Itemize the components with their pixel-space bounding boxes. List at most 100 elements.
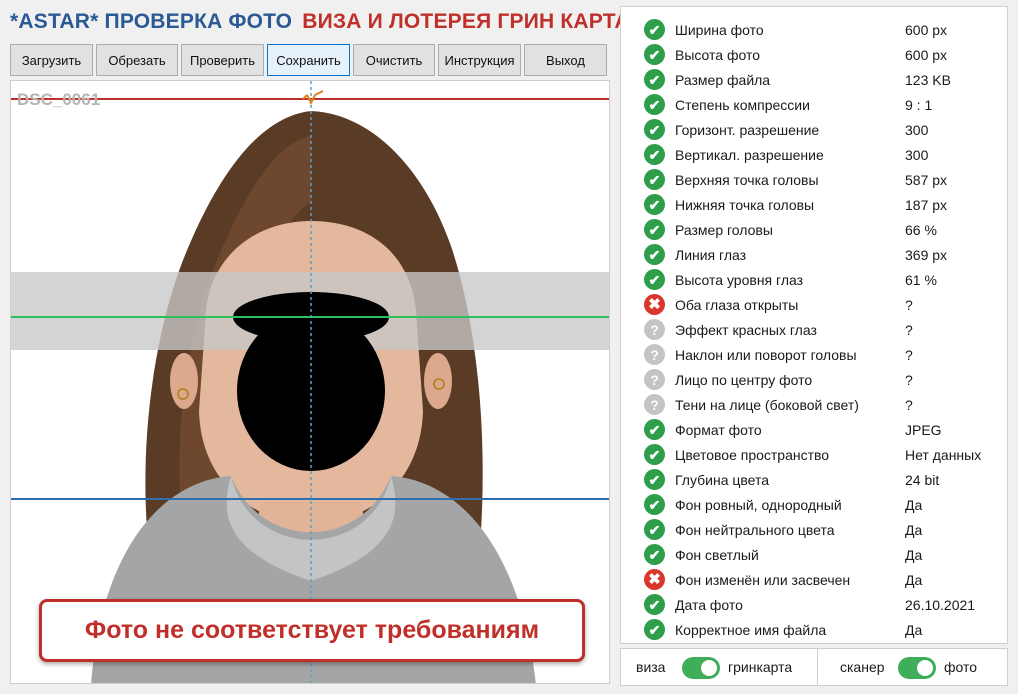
check-circle-icon: ✔	[644, 519, 665, 540]
check-value: 300	[905, 146, 929, 163]
check-row: ? Наклон или поворот головы?	[621, 342, 1007, 367]
check-value: Да	[905, 621, 923, 638]
photo-preview[interactable]: DSC_0061 Фото не соответствует требовани…	[10, 80, 610, 684]
check-label: Высота фото	[675, 46, 761, 63]
check-value: Да	[905, 571, 923, 588]
toggle-scanner-label: сканер	[840, 659, 885, 675]
check-value: Нет данных	[905, 446, 982, 463]
check-row: ✖ Фон изменён или засвечен Да	[621, 567, 1007, 592]
check-circle-icon: ✔	[644, 169, 665, 190]
check-value: ?	[905, 346, 913, 363]
check-row: ✔ Дата фото 26.10.2021	[621, 592, 1007, 617]
toolbar: Загрузить Обрезать Проверить Сохранить О…	[10, 44, 607, 76]
check-row: ✔ Высота уровня глаз 61 %	[621, 267, 1007, 292]
check-label: Эффект красных глаз	[675, 321, 817, 338]
check-row: ✔ Размер файла 123 KB	[621, 67, 1007, 92]
check-value: JPEG	[905, 421, 942, 438]
check-circle-icon: ✔	[644, 469, 665, 490]
question-circle-icon: ?	[644, 394, 665, 415]
question-circle-icon: ?	[644, 319, 665, 340]
check-value: Да	[905, 496, 923, 513]
check-circle-icon: ✔	[644, 444, 665, 465]
check-label: Корректное имя файла	[675, 621, 827, 638]
toggle-knob	[917, 660, 933, 676]
check-row: ✔ Цветовое пространство Нет данных	[621, 442, 1007, 467]
check-row: ? Лицо по центру фото?	[621, 367, 1007, 392]
check-value: 66 %	[905, 221, 937, 238]
check-value: ?	[905, 371, 913, 388]
check-value: Да	[905, 546, 923, 563]
file-name-label: DSC_0061	[17, 90, 101, 109]
check-row: ✔ Ширина фото 600 px	[621, 17, 1007, 42]
check-circle-icon: ✔	[644, 419, 665, 440]
check-label: Оба глаза открыты	[675, 296, 799, 313]
instructions-button[interactable]: Инструкция	[438, 44, 521, 76]
toggle-greencard-label: гринкарта	[728, 659, 793, 675]
check-label: Фон изменён или засвечен	[675, 571, 851, 588]
check-value: 187 px	[905, 196, 948, 213]
check-circle-icon: ✔	[644, 544, 665, 565]
check-row: ✔ Размер головы 66 %	[621, 217, 1007, 242]
question-circle-icon: ?	[644, 344, 665, 365]
check-label: Вертикал. разрешение	[675, 146, 824, 163]
result-message: Фото не соответствует требованиям	[39, 599, 585, 662]
app-title-main: *ASTAR* ПРОВЕРКА ФОТО	[10, 10, 293, 33]
check-panel: ✔ Ширина фото 600 px ✔ Высота фото 600 px ✔ Раз…	[620, 6, 1008, 644]
question-circle-icon: ?	[644, 369, 665, 390]
visa-greencard-toggle[interactable]	[682, 657, 720, 679]
check-label: Фон светлый	[675, 546, 759, 563]
scanner-photo-toggle[interactable]	[898, 657, 936, 679]
check-row: ✖ Оба глаза открыты?	[621, 292, 1007, 317]
check-label: Фон нейтрального цвета	[675, 521, 835, 538]
check-label: Верхняя точка головы	[675, 171, 819, 188]
check-value: 123 KB	[905, 71, 951, 88]
right-ear	[424, 353, 452, 409]
save-button[interactable]: Сохранить	[267, 44, 350, 76]
check-row: ? Тени на лице (боковой свет)?	[621, 392, 1007, 417]
check-circle-icon: ✔	[644, 194, 665, 215]
check-label: Степень компрессии	[675, 96, 810, 113]
left-ear	[170, 353, 198, 409]
check-button[interactable]: Проверить	[181, 44, 264, 76]
check-circle-icon: ✔	[644, 269, 665, 290]
check-value: 587 px	[905, 171, 948, 188]
check-value: 9 : 1	[905, 96, 933, 113]
check-row: ✔ Нижняя точка головы 187 px	[621, 192, 1007, 217]
check-row: ✔ Степень компрессии 9 : 1	[621, 92, 1007, 117]
photo-canvas	[11, 81, 609, 683]
app-title: *ASTAR* ПРОВЕРКА ФОТО ВИЗА И ЛОТЕРЕЯ ГРИН…	[10, 10, 630, 38]
clear-button[interactable]: Очистить	[353, 44, 435, 76]
check-label: Дата фото	[675, 596, 743, 613]
check-label: Глубина цвета	[675, 471, 770, 488]
check-circle-icon: ✔	[644, 619, 665, 640]
check-label: Линия глаз	[675, 246, 747, 263]
check-circle-icon: ✔	[644, 19, 665, 40]
check-row: ✔ Фон ровный, однородный Да	[621, 492, 1007, 517]
toggle-divider	[817, 649, 818, 685]
check-row: ✔ Линия глаз 369 px	[621, 242, 1007, 267]
error-circle-icon: ✖	[644, 294, 665, 315]
app-title-subtitle: ВИЗА И ЛОТЕРЕЯ ГРИН КАРТА	[302, 10, 630, 33]
crop-button[interactable]: Обрезать	[96, 44, 178, 76]
check-row: ✔ Формат фото JPEG	[621, 417, 1007, 442]
toggle-knob	[701, 660, 717, 676]
exit-button[interactable]: Выход	[524, 44, 607, 76]
check-value: ?	[905, 321, 913, 338]
check-circle-icon: ✔	[644, 219, 665, 240]
check-label: Формат фото	[675, 421, 762, 438]
check-label: Размер головы	[675, 221, 773, 238]
check-row: ✔ Глубина цвета 24 bit	[621, 467, 1007, 492]
check-circle-icon: ✔	[644, 594, 665, 615]
check-row: ✔ Горизонт. разрешение 300	[621, 117, 1007, 142]
check-value: 26.10.2021	[905, 596, 976, 613]
check-label: Нижняя точка головы	[675, 196, 815, 213]
check-circle-icon: ✔	[644, 119, 665, 140]
check-row: ✔ Фон нейтрального цвета Да	[621, 517, 1007, 542]
check-row: ? Эффект красных глаз?	[621, 317, 1007, 342]
check-row: ✔ Фон светлый Да	[621, 542, 1007, 567]
check-label: Тени на лице (боковой свет)	[675, 396, 859, 413]
check-label: Цветовое пространство	[675, 446, 830, 463]
load-button[interactable]: Загрузить	[10, 44, 93, 76]
check-circle-icon: ✔	[644, 244, 665, 265]
check-row: ✔ Корректное имя файла Да	[621, 617, 1007, 642]
